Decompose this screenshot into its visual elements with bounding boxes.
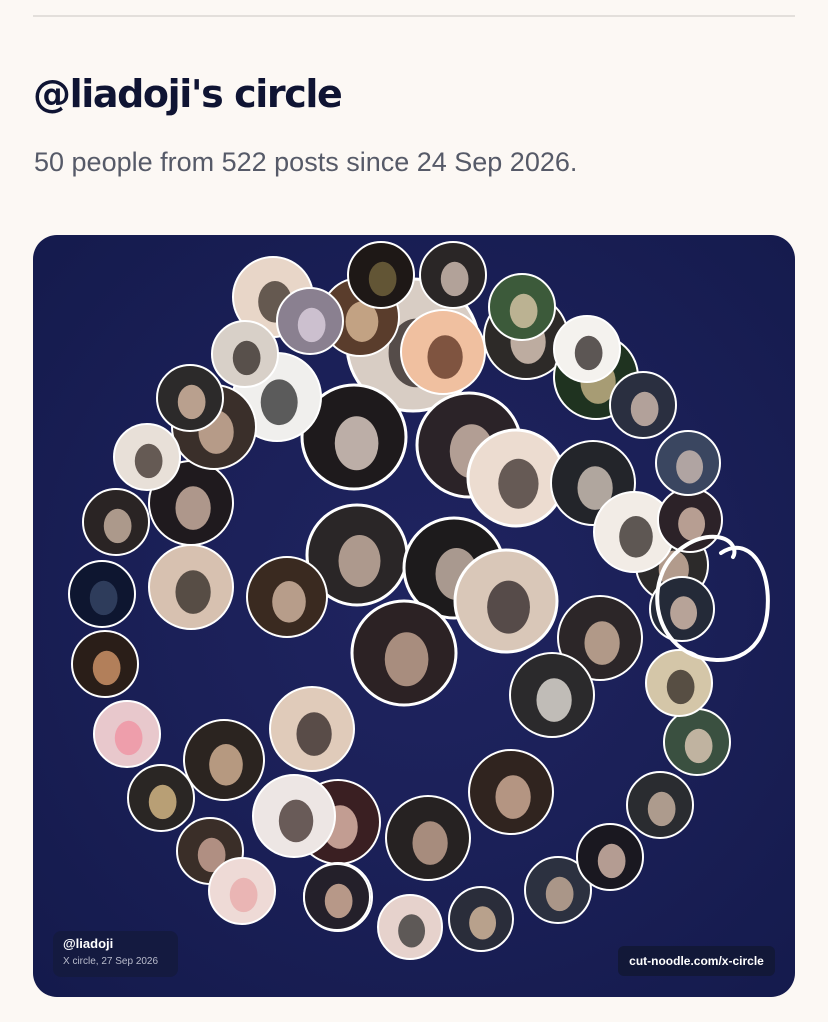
avatar-26[interactable]	[269, 686, 355, 772]
avatar-51[interactable]	[68, 560, 136, 628]
avatar-49[interactable]	[113, 423, 181, 491]
avatar-face	[368, 261, 397, 297]
avatar-56[interactable]	[208, 857, 276, 925]
avatar-face	[177, 384, 206, 420]
user-badge: @liadoji X circle, 27 Sep 2026	[53, 931, 178, 977]
avatar-48[interactable]	[156, 364, 224, 432]
avatar-57[interactable]	[303, 863, 371, 931]
avatar-face	[574, 335, 603, 371]
avatar-face	[278, 799, 314, 843]
avatar-face	[103, 508, 132, 544]
avatar-face	[384, 632, 429, 687]
avatar-face	[297, 307, 326, 343]
avatar-face	[684, 728, 713, 764]
avatar-54[interactable]	[127, 764, 195, 832]
avatar-face	[338, 535, 381, 587]
avatar-face	[666, 669, 695, 705]
avatar-42[interactable]	[553, 315, 621, 383]
avatar-23[interactable]	[385, 795, 471, 881]
avatar-face	[630, 391, 659, 427]
avatar-face	[498, 458, 539, 509]
avatar-face	[670, 596, 698, 630]
avatar-face	[584, 621, 620, 665]
avatar-face	[487, 580, 530, 634]
avatar-43[interactable]	[488, 273, 556, 341]
avatar-40[interactable]	[655, 430, 721, 496]
avatar-face	[427, 335, 463, 379]
avatar-33[interactable]	[626, 771, 694, 839]
avatar-face	[678, 507, 706, 541]
site-link-badge[interactable]: cut-noodle.com/x-circle	[618, 946, 775, 976]
avatar-16[interactable]	[400, 309, 486, 395]
avatar-face	[260, 379, 298, 426]
avatar-face	[509, 293, 538, 329]
avatar-11[interactable]	[148, 544, 234, 630]
top-divider	[33, 15, 795, 17]
avatar-face	[545, 876, 574, 912]
avatar-face	[398, 914, 426, 948]
avatar-22[interactable]	[468, 749, 554, 835]
avatar-face	[495, 775, 531, 819]
avatar-44[interactable]	[419, 241, 487, 309]
avatar-10[interactable]	[246, 556, 328, 638]
avatar-circle-graphic	[68, 241, 770, 960]
avatar-face	[676, 450, 704, 484]
avatar-face	[272, 581, 306, 623]
avatar-7[interactable]	[466, 428, 566, 528]
avatar-face	[536, 678, 572, 722]
avatar-face	[324, 883, 353, 919]
avatar-face	[440, 261, 469, 297]
avatar-face	[647, 791, 676, 827]
avatar-face	[134, 443, 163, 479]
avatar-21[interactable]	[509, 652, 595, 738]
avatar-face	[114, 720, 143, 756]
avatar-face	[469, 906, 497, 940]
page-title: @liadoji's circle	[33, 72, 343, 116]
avatar-face	[619, 516, 653, 558]
avatar-face	[89, 580, 118, 616]
user-handle: @liadoji	[63, 936, 114, 951]
avatar-face	[229, 877, 258, 913]
avatar-face	[175, 570, 211, 614]
avatar-47[interactable]	[211, 320, 279, 388]
avatar-face	[296, 712, 332, 756]
avatar-face	[334, 416, 379, 471]
avatar-face	[148, 784, 177, 820]
avatar-29[interactable]	[377, 894, 443, 960]
avatar-45[interactable]	[347, 241, 415, 309]
avatar-face	[412, 821, 448, 865]
avatar-34[interactable]	[663, 708, 731, 776]
avatar-face	[175, 486, 211, 530]
avatar-face	[232, 340, 261, 376]
avatar-50[interactable]	[82, 488, 150, 556]
avatar-52[interactable]	[71, 630, 139, 698]
site-link[interactable]: cut-noodle.com/x-circle	[618, 954, 775, 968]
circle-card: @liadoji X circle, 27 Sep 2026 cut-noodl…	[33, 235, 795, 997]
avatar-8[interactable]	[453, 548, 559, 654]
avatar-41[interactable]	[609, 371, 677, 439]
avatar-face	[597, 843, 626, 879]
avatar-face	[209, 744, 243, 786]
avatar-46[interactable]	[276, 287, 344, 355]
circle-caption: X circle, 27 Sep 2026	[63, 956, 159, 967]
avatar-27[interactable]	[183, 719, 265, 801]
avatar-32[interactable]	[576, 823, 644, 891]
avatar-25[interactable]	[252, 774, 336, 858]
page-subtitle: 50 people from 522 posts since 24 Sep 20…	[34, 147, 578, 177]
avatar-53[interactable]	[93, 700, 161, 768]
avatar-9[interactable]	[350, 599, 458, 707]
avatar-30[interactable]	[448, 886, 514, 952]
avatar-face	[92, 650, 121, 686]
